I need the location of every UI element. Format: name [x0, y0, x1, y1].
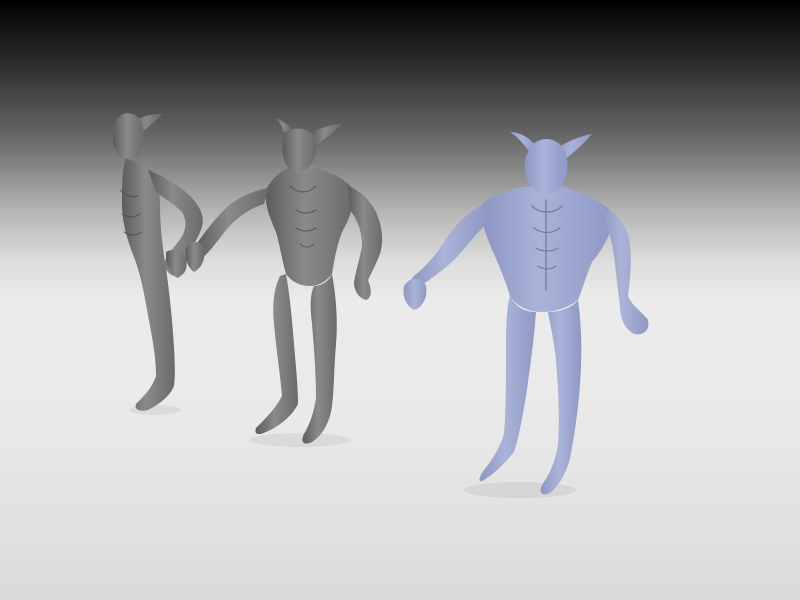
creature-front-view — [403, 132, 649, 498]
render-viewport — [0, 0, 800, 600]
render-scene — [112, 113, 649, 498]
creature-three-quarter-view — [185, 118, 383, 447]
